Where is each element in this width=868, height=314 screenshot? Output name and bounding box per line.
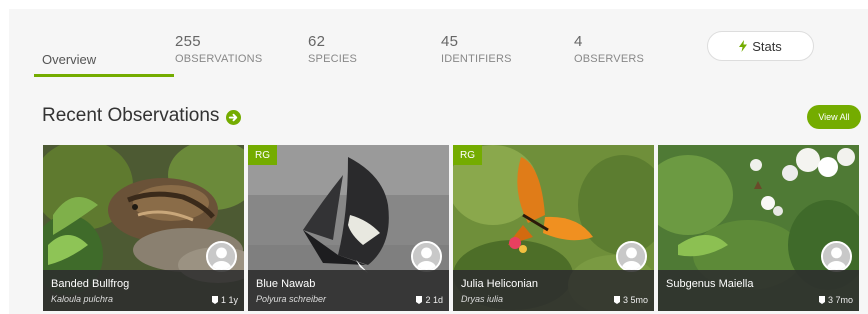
observation-grid: Banded Bullfrog Kaloula pulchra 1 1y RG xyxy=(43,145,859,311)
observer-avatar[interactable] xyxy=(206,241,237,272)
stat-species-label: SPECIES xyxy=(308,53,358,65)
section-title: Recent Observations xyxy=(42,105,220,126)
view-all-button[interactable]: View All xyxy=(807,105,861,129)
observation-meta: 1 1y xyxy=(211,295,238,305)
observation-age: 1d xyxy=(432,295,443,305)
identification-count: 1 xyxy=(220,295,226,305)
stat-identifiers-label: IDENTIFIERS xyxy=(441,53,512,65)
observation-caption: Julia Heliconian Dryas iulia 3 5mo xyxy=(453,270,654,311)
observer-avatar[interactable] xyxy=(616,241,647,272)
identification-icon xyxy=(416,296,423,304)
observation-card[interactable]: RG Blue Nawab Polyura schreiber 2 1d xyxy=(248,145,449,311)
identification-icon xyxy=(818,296,825,304)
observation-age: 5mo xyxy=(630,295,648,305)
identification-count: 3 xyxy=(622,295,628,305)
stats-button[interactable]: Stats xyxy=(707,31,814,61)
common-name: Julia Heliconian xyxy=(461,278,539,290)
scientific-name: Dryas iulia xyxy=(461,294,504,304)
arrow-right-circle-icon[interactable] xyxy=(226,110,242,125)
observation-age: 1y xyxy=(228,295,238,305)
recent-observations-heading: Recent Observations xyxy=(42,105,242,127)
identification-icon xyxy=(613,296,620,304)
observation-meta: 2 1d xyxy=(416,295,443,305)
common-name: Blue Nawab xyxy=(256,278,316,290)
stat-observations-label: OBSERVATIONS xyxy=(175,53,263,65)
observer-avatar[interactable] xyxy=(821,241,852,272)
tab-active-underline xyxy=(34,74,174,77)
observation-card[interactable]: Subgenus Maiella 3 7mo xyxy=(658,145,859,311)
observation-meta: 3 5mo xyxy=(613,295,648,305)
common-name: Banded Bullfrog xyxy=(51,278,130,290)
user-placeholder-icon xyxy=(618,243,645,270)
stat-species-value: 62 xyxy=(308,33,326,50)
observation-caption: Banded Bullfrog Kaloula pulchra 1 1y xyxy=(43,270,244,311)
scientific-name: Polyura schreiber xyxy=(256,294,327,304)
research-grade-badge: RG xyxy=(453,145,482,165)
stat-species[interactable]: 62 SPECIES xyxy=(308,34,357,68)
stat-observers-value: 4 xyxy=(574,33,583,50)
user-placeholder-icon xyxy=(413,243,440,270)
common-name: Subgenus Maiella xyxy=(666,278,754,290)
user-placeholder-icon xyxy=(823,243,850,270)
tab-overview[interactable]: Overview xyxy=(42,52,96,67)
observation-caption: Blue Nawab Polyura schreiber 2 1d xyxy=(248,270,449,311)
stat-observers-label: OBSERVERS xyxy=(574,53,645,65)
identification-icon xyxy=(211,296,218,304)
lightning-bolt-icon xyxy=(739,40,748,52)
stat-observations[interactable]: 255 OBSERVATIONS xyxy=(175,34,262,68)
identification-count: 3 xyxy=(827,295,833,305)
stat-observers[interactable]: 4 OBSERVERS xyxy=(574,34,644,68)
observer-avatar[interactable] xyxy=(411,241,442,272)
observation-card[interactable]: RG Julia Heliconian Dryas iulia 3 5mo xyxy=(453,145,654,311)
user-placeholder-icon xyxy=(208,243,235,270)
observation-meta: 3 7mo xyxy=(818,295,853,305)
observation-age: 7mo xyxy=(835,295,853,305)
stats-button-label: Stats xyxy=(752,38,782,54)
stat-observations-value: 255 xyxy=(175,33,201,50)
identification-count: 2 xyxy=(425,295,431,305)
stat-identifiers[interactable]: 45 IDENTIFIERS xyxy=(441,34,512,68)
stat-identifiers-value: 45 xyxy=(441,33,459,50)
research-grade-badge: RG xyxy=(248,145,277,165)
observation-card[interactable]: Banded Bullfrog Kaloula pulchra 1 1y xyxy=(43,145,244,311)
observation-caption: Subgenus Maiella 3 7mo xyxy=(658,270,859,311)
scientific-name: Kaloula pulchra xyxy=(51,294,114,304)
